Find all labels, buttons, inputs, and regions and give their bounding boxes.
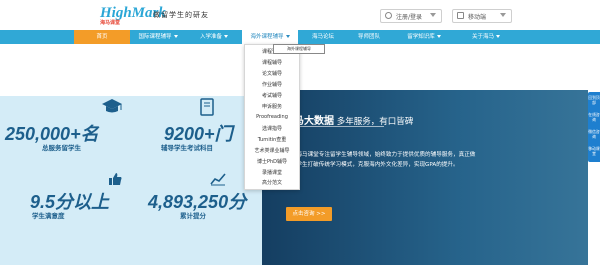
nav-label: 关于海马: [471, 34, 494, 40]
side-float-bar: 回到顶部 在线咨询 微信咨询 移动课堂: [588, 92, 600, 162]
dropdown-item[interactable]: 论文辅导: [245, 70, 299, 77]
graduation-cap-icon: [102, 99, 122, 113]
nav-label: 国际课程辅导: [138, 34, 172, 40]
login-register-button[interactable]: 注册/登录: [380, 9, 442, 23]
login-label: 注册/登录: [396, 14, 423, 21]
dropdown-item[interactable]: 选课指导: [245, 125, 299, 132]
online-consult-button[interactable]: 在线咨询: [588, 112, 600, 122]
nav-item-about[interactable]: 关于海马: [458, 30, 514, 44]
site-header: HighMark 海马课堂 做留学生的研友 注册/登录 移动端: [0, 0, 600, 30]
nav-label: 导师团队: [357, 34, 380, 40]
dropdown-item[interactable]: 博士PhD辅导: [245, 158, 299, 165]
hero-title: 海马大数据 多年服务，有口皆碑: [284, 112, 413, 127]
user-icon: [385, 12, 392, 19]
chevron-down-icon: [224, 35, 228, 38]
dropdown-item[interactable]: 高分范文: [245, 179, 299, 186]
consult-button[interactable]: 点击咨询 >>: [286, 207, 332, 221]
dropdown-item[interactable]: 作业辅导: [245, 81, 299, 88]
back-to-top-button[interactable]: 回到顶部: [588, 95, 600, 105]
nav-item-tutors[interactable]: 导师团队: [346, 30, 392, 44]
chevron-down-icon: [430, 13, 436, 17]
dropdown-item[interactable]: 课程辅导: [245, 59, 299, 66]
mobile-label: 移动端: [468, 14, 487, 21]
chevron-down-icon: [436, 35, 441, 38]
wechat-consult-button[interactable]: 微信咨询: [588, 129, 600, 139]
stat-label: 辅导学生考试科目: [161, 144, 213, 152]
main-nav: 首页 国际课程辅导 入学准备 海外课程辅导 海马论坛 导师团队 留学知识库 关于…: [0, 30, 600, 44]
hero-description: 多年来，海马课堂专注留学生辅导领域，始终致力于提供优质的辅导服务，真正做到了精细…: [274, 152, 476, 168]
chevron-down-icon: [285, 35, 290, 38]
nav-item-knowledge[interactable]: 留学知识库: [396, 30, 452, 44]
nav-tooltip: 海外课程辅导: [273, 44, 325, 54]
nav-item-forum[interactable]: 海马论坛: [300, 30, 346, 44]
mobile-site-button[interactable]: 移动端: [452, 9, 512, 23]
dropdown-item[interactable]: Proofreading: [245, 114, 299, 120]
chevron-down-icon: [500, 13, 506, 17]
site-slogan: 做留学生的研友: [153, 11, 209, 19]
mobile-classroom-button[interactable]: 移动课堂: [588, 146, 600, 156]
dropdown-item[interactable]: 考试辅导: [245, 92, 299, 99]
dropdown-item[interactable]: 录播课堂: [245, 169, 299, 176]
nav-item-overseas[interactable]: 海外课程辅导: [242, 30, 298, 44]
chevron-down-icon: [173, 35, 178, 38]
overseas-dropdown-menu: 课程预习 课程辅导 论文辅导 作业辅导 考试辅导 申诉服务 Proofreadi…: [244, 44, 300, 190]
nav-label: 海外课程辅导: [250, 34, 284, 40]
nav-item-admission[interactable]: 入学准备: [186, 30, 242, 44]
trend-chart-icon: [210, 173, 226, 186]
hero-banner: 海马大数据 多年服务，有口皆碑 多年来，海马课堂专注留学生辅导领域，始终致力于提…: [262, 90, 588, 265]
dropdown-item[interactable]: 艺术类课业辅导: [245, 147, 299, 154]
stat-label: 累计提分: [180, 212, 206, 220]
nav-item-home[interactable]: 首页: [74, 30, 130, 44]
nav-item-international[interactable]: 国际课程辅导: [130, 30, 186, 44]
chevron-down-icon: [496, 35, 500, 38]
logo-subtext: 海马课堂: [100, 21, 121, 26]
stat-label: 总服务留学生: [42, 144, 81, 152]
nav-label: 留学知识库: [407, 34, 435, 40]
mobile-icon: [457, 12, 464, 19]
dropdown-item[interactable]: 申诉服务: [245, 103, 299, 110]
book-icon: [200, 98, 214, 116]
stats-panel: 250,000+名 总服务留学生 9200+门 辅导学生考试科目 9.5分以上 …: [0, 96, 262, 265]
dropdown-item[interactable]: Turnitin查重: [245, 136, 299, 143]
nav-label: 海马论坛: [311, 34, 334, 40]
nav-label: 入学准备: [199, 34, 222, 40]
thumbs-up-icon: [109, 173, 122, 185]
nav-label: 首页: [96, 34, 108, 40]
stat-label: 学生满意度: [32, 212, 65, 220]
